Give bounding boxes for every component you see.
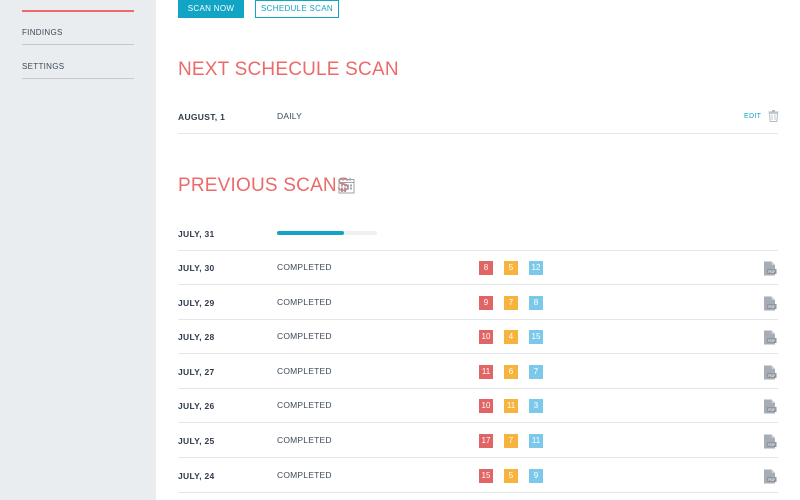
pdf-file-icon[interactable]: PDF (762, 469, 777, 484)
low-severity-badge: 3 (529, 399, 543, 414)
scan-progress-bar (277, 231, 377, 235)
previous-scans-title: PREVIOUS SCANS (178, 175, 350, 196)
sidebar-item-label: SETTINGS (22, 62, 65, 71)
medium-severity-badge: 7 (504, 295, 518, 310)
low-severity-badge: 11 (529, 434, 543, 448)
scan-date: JULY, 26 (178, 401, 215, 412)
scan-row: JULY, 25 COMPLETED 17 7 11 PDF (178, 424, 778, 458)
low-severity-badge: 15 (529, 330, 543, 345)
next-scan-title: NEXT SCHECULE SCAN (178, 59, 399, 80)
sidebar-item-label: FINDINGS (22, 28, 63, 37)
scan-date: JULY, 30 (178, 263, 215, 273)
medium-severity-badge: 7 (504, 434, 518, 448)
scan-now-button[interactable]: SCAN NOW (178, 0, 244, 18)
medium-severity-badge: 4 (504, 330, 518, 345)
svg-text:PDF: PDF (768, 408, 775, 412)
scan-row: JULY, 26 COMPLETED 10 11 3 PDF (178, 389, 778, 424)
scan-progress-fill (277, 231, 344, 235)
low-severity-badge: 8 (529, 295, 543, 310)
medium-severity-badge: 6 (504, 364, 518, 379)
svg-text:PDF: PDF (768, 305, 775, 309)
svg-text:PDF: PDF (768, 339, 775, 343)
scan-status: COMPLETED (277, 296, 332, 307)
scan-date: JULY, 24 (178, 470, 215, 481)
low-severity-badge: 7 (529, 364, 543, 379)
svg-text:PDF: PDF (768, 374, 775, 378)
next-scan-date: AUGUST, 1 (178, 112, 226, 122)
schedule-scan-button[interactable]: SCHEDULE SCAN (255, 0, 339, 18)
svg-text:PDF: PDF (768, 478, 775, 482)
pdf-file-icon[interactable]: PDF (762, 399, 777, 414)
low-severity-badge: 9 (529, 468, 543, 483)
medium-severity-badge: 5 (504, 261, 518, 275)
pdf-file-icon[interactable]: PDF (762, 365, 777, 380)
scan-date: JULY, 31 (178, 229, 215, 239)
scan-row-in-progress: JULY, 31 (178, 217, 778, 251)
pdf-file-icon[interactable]: PDF (762, 261, 777, 276)
trash-icon[interactable] (768, 110, 779, 122)
low-severity-badge: 12 (529, 261, 543, 275)
sidebar-item-settings[interactable]: SETTINGS (22, 60, 134, 79)
scan-status: COMPLETED (277, 262, 332, 272)
high-severity-badge: 15 (479, 468, 493, 483)
high-severity-badge: 8 (479, 261, 493, 275)
scan-date: JULY, 28 (178, 332, 215, 343)
high-severity-badge: 10 (479, 330, 493, 345)
scan-row: JULY, 28 COMPLETED 10 4 15 PDF (178, 320, 778, 355)
scan-row: JULY, 24 COMPLETED 15 5 9 PDF (178, 459, 778, 493)
scan-status: COMPLETED (277, 331, 332, 342)
scan-status: COMPLETED (277, 365, 332, 376)
sidebar-item-findings[interactable]: FINDINGS (22, 26, 134, 45)
sidebar: FINDINGS SETTINGS (0, 0, 156, 500)
calendar-icon[interactable] (338, 177, 355, 194)
svg-text:PDF: PDF (768, 270, 775, 274)
scan-date: JULY, 27 (178, 366, 215, 377)
high-severity-badge: 10 (479, 399, 493, 414)
scan-row: JULY, 27 COMPLETED 11 6 7 PDF (178, 355, 778, 389)
scan-date: JULY, 25 (178, 436, 215, 446)
active-nav-indicator (22, 10, 134, 12)
svg-text:PDF: PDF (768, 443, 775, 447)
scan-status: COMPLETED (277, 400, 332, 411)
pdf-file-icon[interactable]: PDF (762, 434, 777, 449)
next-scan-row: AUGUST, 1 DAILY EDIT (178, 100, 779, 134)
high-severity-badge: 9 (479, 295, 493, 310)
pdf-file-icon[interactable]: PDF (762, 296, 777, 311)
pdf-file-icon[interactable]: PDF (762, 330, 777, 345)
next-scan-frequency: DAILY (277, 111, 302, 121)
scan-date: JULY, 29 (178, 297, 215, 308)
edit-schedule-link[interactable]: EDIT (744, 113, 761, 120)
scan-status: COMPLETED (277, 435, 332, 445)
medium-severity-badge: 11 (504, 399, 518, 414)
high-severity-badge: 17 (479, 434, 493, 448)
scan-row: JULY, 30 COMPLETED 8 5 12 PDF (178, 251, 778, 285)
medium-severity-badge: 5 (504, 468, 518, 483)
scan-status: COMPLETED (277, 469, 332, 480)
high-severity-badge: 11 (479, 364, 493, 379)
scan-row: JULY, 29 COMPLETED 9 7 8 PDF (178, 286, 778, 320)
